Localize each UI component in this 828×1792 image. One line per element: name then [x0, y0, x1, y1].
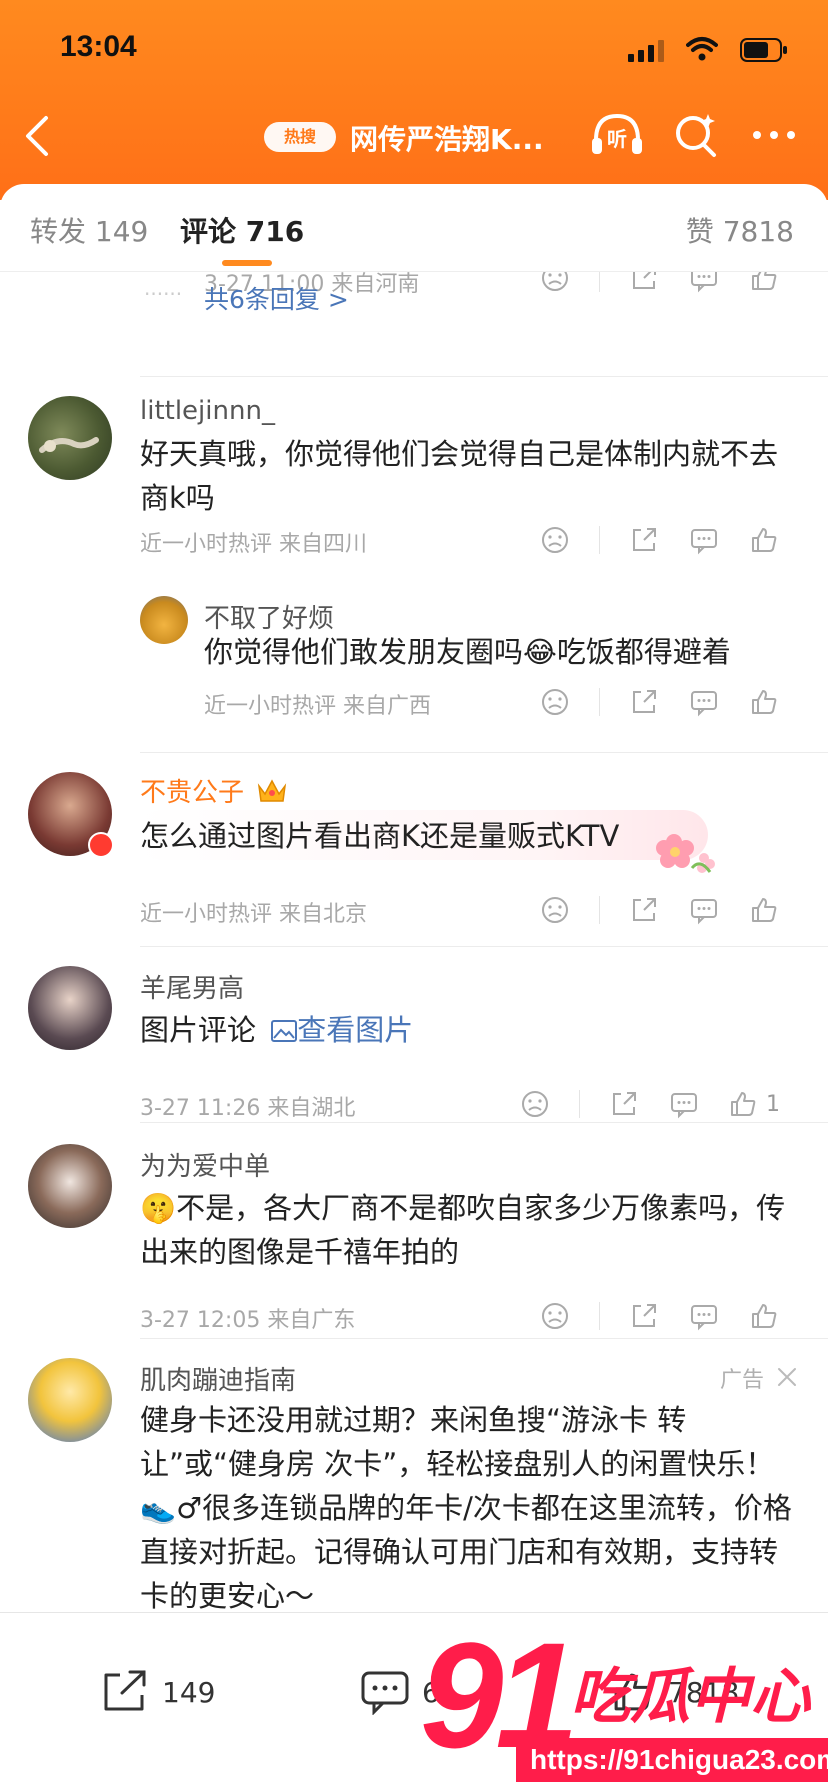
dislike-icon[interactable] [525, 522, 585, 558]
comment-author[interactable]: littlejinnn_ [140, 396, 275, 426]
comment-icon [361, 1671, 409, 1715]
repost-count: 149 [162, 1675, 216, 1709]
comment-text: 图片评论 查看图片 [140, 1008, 413, 1052]
like-icon[interactable] [734, 522, 794, 558]
comment-actions [525, 892, 794, 928]
header: 13:04 热搜 网传严浩翔K... 听 [0, 0, 828, 200]
reply-dots: ······ [144, 282, 183, 306]
like-icon[interactable] [734, 272, 794, 296]
share-icon[interactable] [614, 892, 674, 928]
dislike-icon[interactable] [525, 272, 585, 296]
status-time: 13:04 [60, 30, 137, 63]
listen-icon[interactable]: 听 [588, 110, 646, 160]
active-tab-indicator [222, 260, 272, 266]
repost-button[interactable]: 149 [100, 1669, 215, 1715]
more-replies-link[interactable]: 共6条回复 > [204, 280, 349, 316]
comment-actions [525, 272, 794, 296]
comment-author[interactable]: 为为爱中单 [140, 1146, 270, 1183]
wifi-icon [686, 37, 718, 61]
comment-text: 健身卡还没用就过期？来闲鱼搜“游泳卡 转让”或“健身房 次卡”，轻松接盘别人的闲… [140, 1403, 792, 1612]
watermark-url: https://91chigua23.com [516, 1738, 828, 1782]
like-icon[interactable] [734, 684, 794, 720]
comment-text-prefix: 图片评论 [140, 1013, 257, 1047]
watermark: 91 吃瓜中心 https://91chigua23.com [420, 1620, 828, 1792]
like-button[interactable]: 1 [714, 1086, 794, 1122]
verified-badge-icon [88, 832, 114, 858]
share-icon[interactable] [594, 1086, 654, 1122]
view-image-link[interactable]: 查看图片 [265, 1013, 413, 1047]
reply-text: 你觉得他们敢发朋友圈吗😂吃饭都得避着 [204, 635, 731, 669]
avatar[interactable] [28, 966, 112, 1050]
watermark-cn: 吃瓜中心 [570, 1662, 810, 1732]
comment-meta: 3-27 11:26 来自湖北 [140, 1096, 356, 1121]
comment-meta: 3-27 12:05 来自广东 [140, 1308, 356, 1333]
crown-icon [257, 779, 287, 802]
avatar[interactable] [28, 396, 112, 480]
avatar[interactable] [140, 596, 188, 644]
signal-icon [628, 40, 664, 62]
comment-author-vip[interactable]: 不贵公子 [140, 772, 244, 809]
comment-list[interactable]: 3-27 11:00 来自河南 ······ 共6条回复 > littlejin… [0, 272, 828, 1612]
tab-like[interactable]: 赞 7818 [686, 210, 794, 250]
reply-icon[interactable] [674, 1298, 734, 1334]
like-icon[interactable] [734, 892, 794, 928]
comment-actions: 1 [505, 1086, 794, 1122]
like-icon[interactable] [734, 1298, 794, 1334]
view-image-label: 查看图片 [297, 1013, 414, 1047]
tab-comment[interactable]: 评论 716 [180, 210, 304, 250]
reply-icon[interactable] [654, 1086, 714, 1122]
listen-label: 听 [607, 127, 627, 151]
more-icon[interactable] [752, 130, 796, 140]
like-icon [731, 1092, 756, 1116]
share-icon[interactable] [614, 684, 674, 720]
reply-actions [525, 684, 794, 720]
search-icon[interactable] [674, 112, 718, 158]
avatar[interactable] [28, 1144, 112, 1228]
dislike-icon[interactable] [525, 1298, 585, 1334]
share-icon[interactable] [614, 272, 674, 296]
comment-text: 🤫不是，各大厂商不是都吹自家多少万像素吗，传出来的图像是千禧年拍的 [140, 1191, 786, 1269]
repost-icon [104, 1670, 146, 1711]
flower-decoration-icon [656, 834, 715, 873]
reply-icon[interactable] [674, 272, 734, 296]
comment-text: 好天真哦，你觉得他们会觉得自己是体制内就不去商k吗 [140, 437, 779, 515]
share-icon[interactable] [614, 1298, 674, 1334]
reply-meta: 近一小时热评 来自广西 [204, 694, 431, 719]
back-icon[interactable] [22, 114, 52, 158]
comment-author[interactable]: 肌肉蹦迪指南 [140, 1360, 296, 1397]
divider [140, 1122, 828, 1123]
page-title: 网传严浩翔K... [350, 123, 544, 156]
close-icon[interactable] [776, 1366, 798, 1388]
image-icon [271, 1020, 298, 1042]
comment-meta: 近一小时热评 来自四川 [140, 532, 367, 557]
comment-author[interactable]: 羊尾男高 [140, 968, 244, 1005]
avatar[interactable] [28, 1358, 112, 1442]
divider [140, 376, 828, 377]
comment-actions [525, 1298, 794, 1334]
ad-label: 广告 [719, 1368, 764, 1393]
comment-actions [525, 522, 794, 558]
hot-search-badge[interactable]: 热搜 [264, 122, 336, 152]
dislike-icon[interactable] [525, 684, 585, 720]
like-count: 1 [766, 1091, 780, 1117]
share-icon[interactable] [614, 522, 674, 558]
nav-bar: 热搜 网传严浩翔K... 听 [0, 108, 828, 168]
tab-bar: 转发 149 评论 716 赞 7818 [0, 184, 828, 272]
dislike-icon[interactable] [505, 1086, 565, 1122]
battery-icon [740, 38, 787, 62]
reply-icon[interactable] [674, 522, 734, 558]
divider [140, 1338, 828, 1339]
tab-repost[interactable]: 转发 149 [30, 210, 148, 250]
dislike-icon[interactable] [525, 892, 585, 928]
reply-icon[interactable] [674, 684, 734, 720]
status-bar: 13:04 [60, 30, 788, 70]
comment-meta: 近一小时热评 来自北京 [140, 902, 367, 927]
reply-icon[interactable] [674, 892, 734, 928]
divider [140, 946, 828, 947]
divider [140, 752, 828, 753]
